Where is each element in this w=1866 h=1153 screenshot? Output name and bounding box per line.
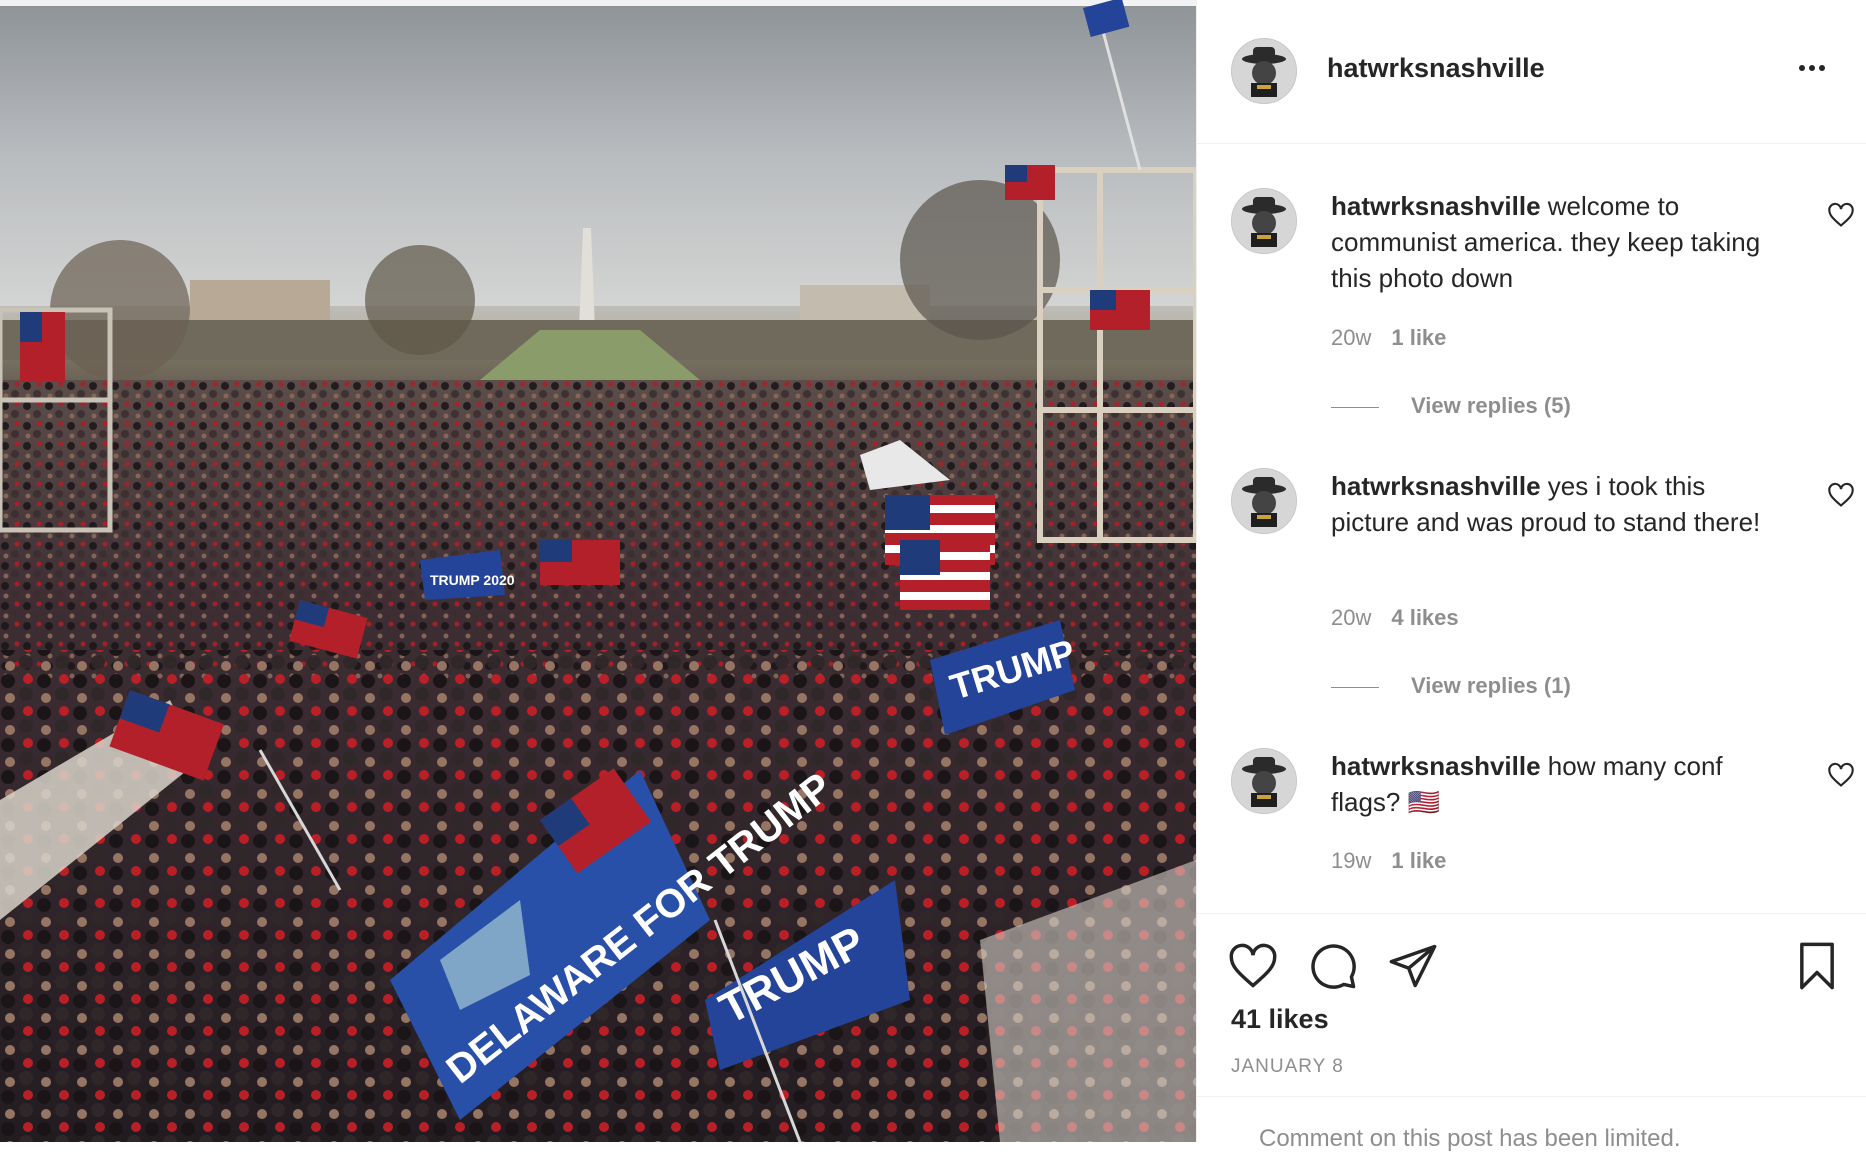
us-flag: [20, 312, 65, 382]
svg-text:TRUMP 2020: TRUMP 2020: [430, 572, 515, 588]
more-options-icon[interactable]: [1799, 58, 1833, 74]
comment-text: hatwrksnashville welcome to communist am…: [1331, 188, 1761, 296]
comment-username[interactable]: hatwrksnashville: [1331, 471, 1541, 501]
view-replies-button[interactable]: View replies (5): [1331, 393, 1571, 419]
comment-meta: 19w 1 like: [1331, 848, 1446, 874]
comment-likes[interactable]: 1 like: [1391, 848, 1446, 873]
user-avatar[interactable]: [1231, 38, 1297, 104]
heart-icon[interactable]: [1827, 762, 1855, 788]
us-flag: [1090, 290, 1150, 330]
view-replies-label: View replies (1): [1411, 673, 1571, 698]
comment-avatar[interactable]: [1231, 468, 1297, 534]
comment-age[interactable]: 19w: [1331, 848, 1371, 873]
heart-icon[interactable]: [1227, 940, 1279, 992]
post-header: hatwrksnashville: [1197, 0, 1866, 144]
post-photo[interactable]: TRUMP TRUMP 2020 TRUMP DELAWARE FOR TRUM…: [0, 0, 1196, 1142]
comment-text: hatwrksnashville how many conf flags? 🇺🇸: [1331, 748, 1761, 820]
comment-placeholder: Comment on this post has been limited.: [1259, 1125, 1681, 1152]
comment-likes[interactable]: 1 like: [1391, 325, 1446, 350]
reply-dash: [1331, 406, 1379, 408]
hat-logo-icon: [1232, 189, 1296, 253]
comment-age[interactable]: 20w: [1331, 325, 1371, 350]
comment-meta: 20w 1 like: [1331, 325, 1446, 351]
hat-logo-icon: [1232, 749, 1296, 813]
comment-input-area: Comment on this post has been limited.: [1197, 1096, 1866, 1152]
us-flag: [1005, 165, 1055, 200]
hat-logo-icon: [1232, 469, 1296, 533]
post-side-panel: hatwrksnashville hatwrksnashville welcom…: [1196, 0, 1866, 1152]
comment-avatar[interactable]: [1231, 188, 1297, 254]
bookmark-icon[interactable]: [1791, 940, 1843, 992]
hat-logo-icon: [1232, 39, 1296, 103]
us-flag: [900, 540, 990, 610]
post-actions: 41 likes JANUARY 8 Comment on this post …: [1197, 913, 1866, 1152]
comment-avatar[interactable]: [1231, 748, 1297, 814]
post-username[interactable]: hatwrksnashville: [1327, 53, 1545, 84]
post-date[interactable]: JANUARY 8: [1231, 1056, 1344, 1078]
comment-username[interactable]: hatwrksnashville: [1331, 191, 1541, 221]
paper-plane-icon[interactable]: [1387, 940, 1439, 992]
comment-meta: 20w 4 likes: [1331, 605, 1459, 631]
comment-likes[interactable]: 4 likes: [1391, 605, 1458, 630]
comment-age[interactable]: 20w: [1331, 605, 1371, 630]
likes-count[interactable]: 41 likes: [1231, 1004, 1329, 1035]
us-flag: [540, 540, 620, 585]
reply-dash: [1331, 686, 1379, 688]
comment-icon[interactable]: [1307, 940, 1359, 992]
crowd-scene: TRUMP TRUMP 2020 TRUMP DELAWARE FOR TRUM…: [0, 0, 1196, 1142]
heart-icon[interactable]: [1827, 202, 1855, 228]
comment-username[interactable]: hatwrksnashville: [1331, 751, 1541, 781]
comment-text: hatwrksnashville yes i took this picture…: [1331, 468, 1761, 540]
heart-icon[interactable]: [1827, 482, 1855, 508]
view-replies-button[interactable]: View replies (1): [1331, 673, 1571, 699]
view-replies-label: View replies (5): [1411, 393, 1571, 418]
